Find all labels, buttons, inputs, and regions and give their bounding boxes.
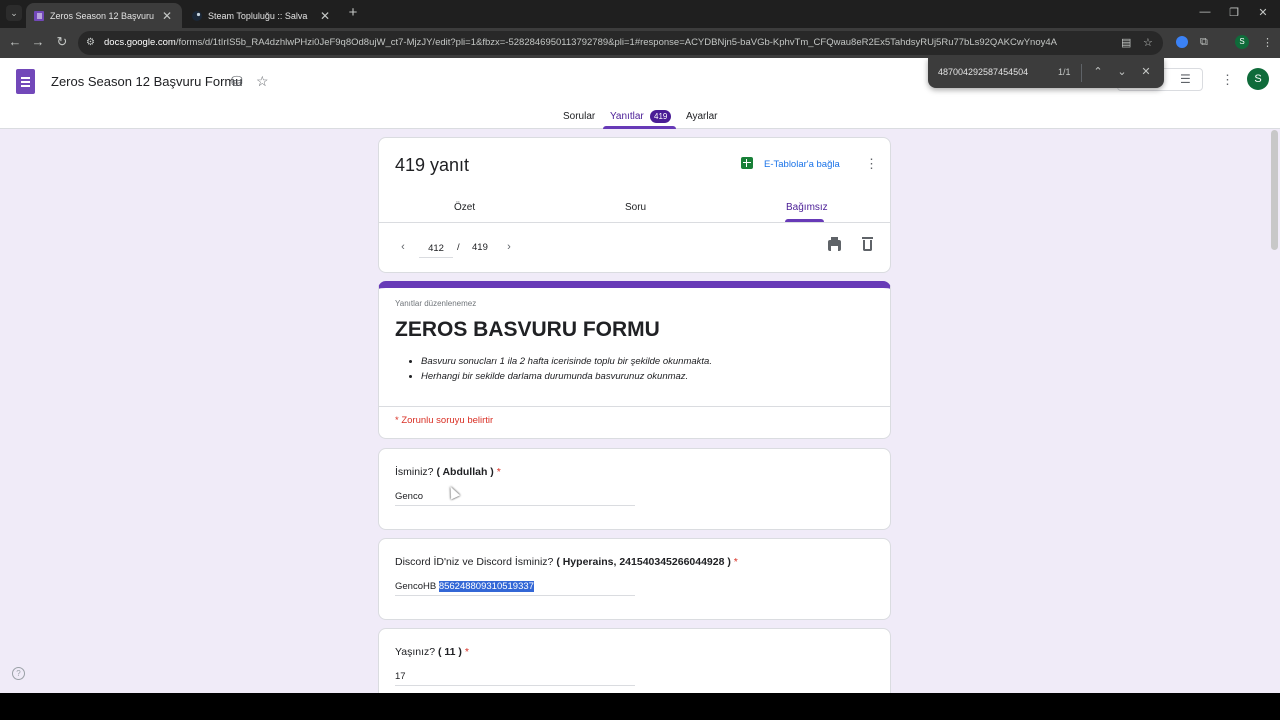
google-forms-logo-icon[interactable] xyxy=(16,69,35,94)
list-item: Basvuru sonucları 1 ila 2 hafta icerisin… xyxy=(421,354,712,369)
answer-underline xyxy=(395,685,635,686)
list-item: Herhangi bir sekilde darlama durumunda b… xyxy=(421,369,712,384)
reload-icon[interactable]: ↻ xyxy=(53,34,71,50)
form-title[interactable]: Zeros Season 12 Başvuru Formu xyxy=(51,74,242,89)
browser-profile-avatar[interactable]: S xyxy=(1235,35,1249,49)
browser-tab-strip: ⌄ Zeros Season 12 Başvuru Formu ✕ Steam … xyxy=(0,0,1280,28)
extensions-puzzle-icon[interactable]: ⧉ xyxy=(1200,36,1208,49)
responses-more-icon[interactable]: ⋮ xyxy=(865,156,878,172)
star-icon[interactable]: ☆ xyxy=(256,73,269,90)
previous-response-icon[interactable]: ‹ xyxy=(397,241,409,253)
minimize-icon[interactable]: — xyxy=(1198,6,1212,18)
find-input[interactable]: 487004292587454504 xyxy=(938,67,1028,77)
find-close-icon[interactable]: ✕ xyxy=(1139,65,1153,78)
question-card: Discord İD'niz ve Discord İsminiz? ( Hyp… xyxy=(378,538,891,620)
question-label: Yaşınız? ( 11 ) * xyxy=(395,646,469,658)
responses-card: 419 yanıt E-Tablolar'a bağla ⋮ Özet Soru… xyxy=(378,137,891,273)
find-highlight: 856248809310519337 xyxy=(438,581,534,592)
question-label: İsminiz? ( Abdullah ) * xyxy=(395,466,501,478)
browser-menu-icon[interactable]: ⋮ xyxy=(1262,36,1273,49)
forms-page: Zeros Season 12 Başvuru Formu ⛁ ☆ dı ☰ ⋮… xyxy=(0,58,1280,693)
site-info-icon[interactable]: ⚙ xyxy=(86,37,95,48)
answer-underline xyxy=(395,595,635,596)
page-icon[interactable]: ▤ xyxy=(1121,36,1131,49)
tab-individual[interactable]: Bağımsız xyxy=(786,202,828,213)
window-close-icon[interactable]: ✕ xyxy=(1256,6,1270,19)
tab-question[interactable]: Soru xyxy=(625,202,646,213)
print-icon[interactable] xyxy=(828,237,841,251)
bookmark-star-icon[interactable]: ☆ xyxy=(1143,36,1153,49)
find-match-count: 1/1 xyxy=(1058,67,1071,77)
tab-summary[interactable]: Özet xyxy=(454,202,475,213)
customize-theme-icon[interactable]: ☰ xyxy=(1180,72,1191,86)
card-divider xyxy=(379,406,890,407)
find-next-icon[interactable]: ⌄ xyxy=(1115,65,1129,78)
find-bar: 487004292587454504 1/1 ⌃ ⌄ ✕ xyxy=(928,58,1164,88)
find-previous-icon[interactable]: ⌃ xyxy=(1091,65,1105,78)
question-card: Yaşınız? ( 11 ) * 17 xyxy=(378,628,891,693)
delete-response-icon[interactable] xyxy=(862,237,873,251)
browser-tab-steam[interactable]: Steam Topluluğu :: Salva ✕ xyxy=(184,3,340,28)
active-tab-indicator xyxy=(603,126,676,129)
avatar[interactable]: S xyxy=(1247,68,1269,90)
tab-close-icon[interactable]: ✕ xyxy=(318,9,332,23)
responses-count-badge: 419 xyxy=(650,110,672,123)
address-bar[interactable]: ⚙ docs.google.com/forms/d/1tIrIS5b_RA4dz… xyxy=(78,31,1163,55)
form-header-card: Yanıtlar düzenlenemez ZEROS BASVURU FORM… xyxy=(378,281,891,439)
browser-toolbar: ← → ↻ ⚙ docs.google.com/forms/d/1tIrIS5b… xyxy=(0,28,1280,58)
pager-total: 419 xyxy=(472,242,488,253)
tab-title: Zeros Season 12 Başvuru Formu xyxy=(50,10,154,21)
tab-close-icon[interactable]: ✕ xyxy=(160,9,174,23)
question-answer: GencoHB 856248809310519337 xyxy=(395,581,534,592)
response-page-input[interactable] xyxy=(419,240,453,258)
responses-not-editable-note: Yanıtlar düzenlenemez xyxy=(395,299,477,308)
card-divider xyxy=(379,222,890,223)
tab-questions[interactable]: Sorular xyxy=(563,111,595,122)
find-divider xyxy=(1081,64,1082,82)
tab-responses[interactable]: Yanıtlar xyxy=(610,111,644,122)
move-to-folder-icon[interactable]: ⛁ xyxy=(231,73,243,90)
more-options-icon[interactable]: ⋮ xyxy=(1221,72,1234,88)
link-to-sheets-button[interactable]: E-Tablolar'a bağla xyxy=(764,159,840,170)
new-tab-button[interactable]: + xyxy=(345,5,361,21)
question-answer: Genco xyxy=(395,491,423,502)
extension-icon[interactable] xyxy=(1176,36,1188,48)
question-answer: 17 xyxy=(395,671,406,682)
back-icon[interactable]: ← xyxy=(6,34,24,49)
restore-icon[interactable]: ❐ xyxy=(1227,6,1241,19)
forms-favicon-icon xyxy=(34,10,44,21)
steam-favicon-icon xyxy=(192,10,202,21)
main-tabs: Sorular Yanıtlar 419 Ayarlar xyxy=(0,109,1280,129)
answer-underline xyxy=(395,505,635,506)
form-description-list: Basvuru sonucları 1 ila 2 hafta icerisin… xyxy=(421,354,712,384)
tab-search-icon[interactable]: ⌄ xyxy=(6,5,22,21)
response-count: 419 yanıt xyxy=(395,155,470,175)
tab-settings[interactable]: Ayarlar xyxy=(686,111,718,122)
help-icon[interactable]: ? xyxy=(12,667,25,680)
next-response-icon[interactable]: › xyxy=(503,241,515,253)
required-note: * Zorunlu soruyu belirtir xyxy=(395,415,494,426)
pager-separator: / xyxy=(457,242,460,253)
browser-tab-forms[interactable]: Zeros Season 12 Başvuru Formu ✕ xyxy=(26,3,182,28)
forward-icon[interactable]: → xyxy=(29,34,47,49)
page-scrollbar[interactable] xyxy=(1271,130,1278,250)
tab-title: Steam Topluluğu :: Salva xyxy=(208,10,308,21)
sheets-icon[interactable] xyxy=(741,157,753,169)
question-label: Discord İD'niz ve Discord İsminiz? ( Hyp… xyxy=(395,556,738,568)
form-heading: ZEROS BASVURU FORMU xyxy=(395,318,660,341)
url-text[interactable]: docs.google.com/forms/d/1tIrIS5b_RA4dzhl… xyxy=(104,37,1104,48)
